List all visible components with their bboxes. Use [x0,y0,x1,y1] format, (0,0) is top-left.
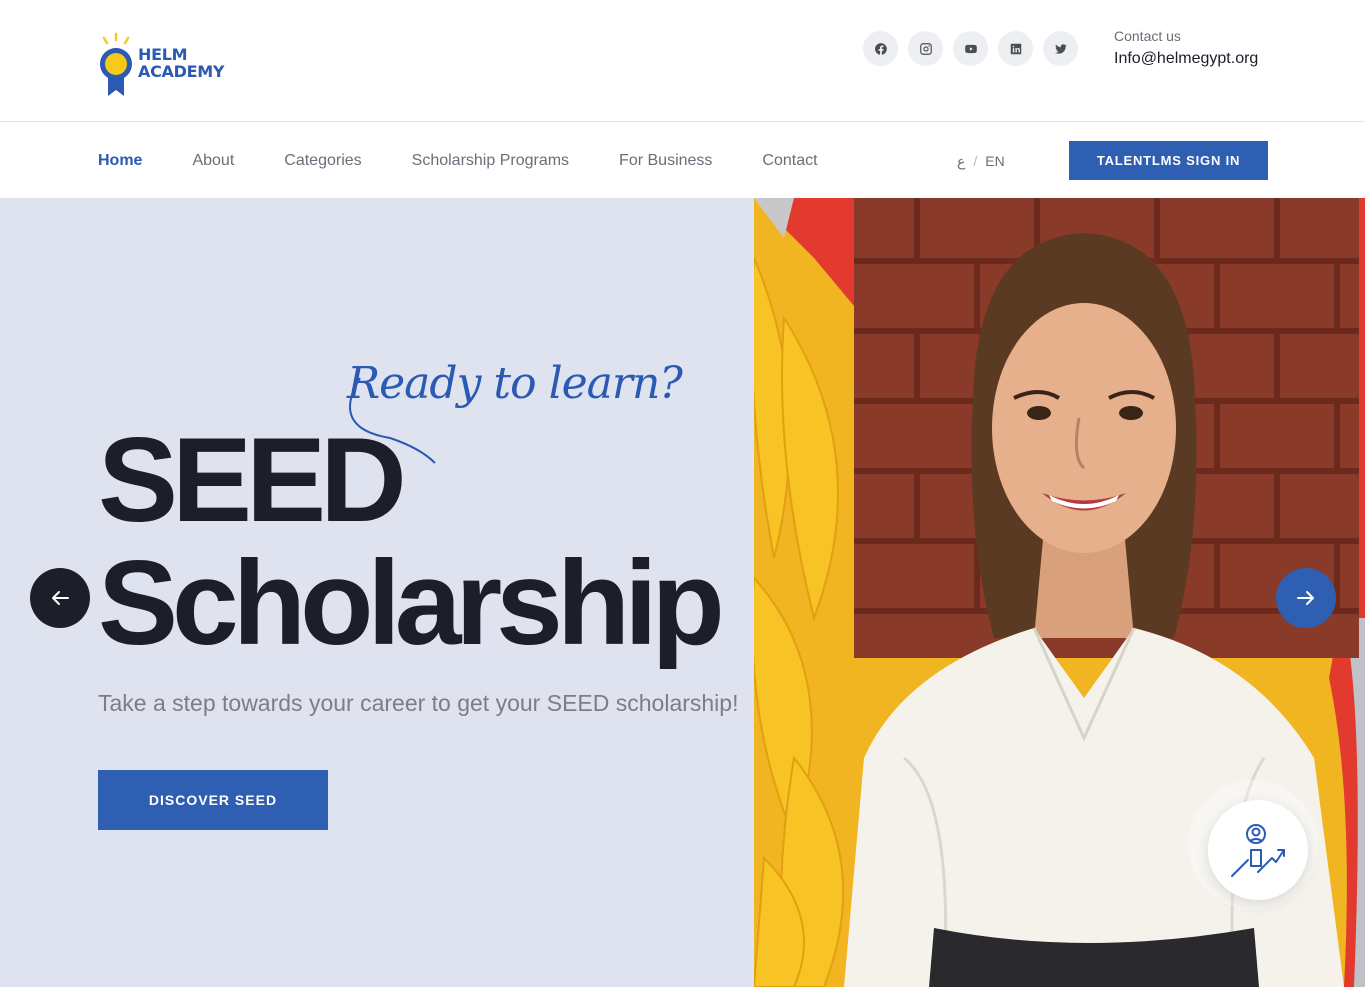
facebook-link[interactable] [863,31,898,66]
main-nav: Home About Categories Scholarship Progra… [0,123,1365,198]
talentlms-signin-button[interactable]: TALENTLMS SIGN IN [1069,141,1268,180]
social-links [863,31,1078,66]
contact-label: Contact us [1114,28,1181,44]
logo-line2: ACADEMY [138,62,225,81]
discover-seed-button[interactable]: DISCOVER SEED [98,770,328,830]
hero-script-text: Ready to learn? [347,358,683,409]
hero-title-line1: SEED [98,413,407,547]
nav-item-for-business[interactable]: For Business [619,152,712,170]
nav-item-contact[interactable]: Contact [762,152,817,170]
nav-item-scholarship-programs[interactable]: Scholarship Programs [412,152,569,170]
youtube-icon [964,44,977,53]
linkedin-icon [1010,43,1021,54]
contact-block: Contact us Info@helmegypt.org [1114,28,1258,68]
slider-prev-button[interactable] [30,568,90,628]
lang-english[interactable]: EN [985,153,1004,170]
arrow-right-icon [1297,591,1314,605]
twitter-link[interactable] [1043,31,1078,66]
helm-academy-logo[interactable]: HELM ACADEMY [96,32,236,98]
nav-item-categories[interactable]: Categories [284,152,361,170]
nav-item-home[interactable]: Home [98,152,142,170]
hero-slider: Ready to learn? SEED Scholarship Take a … [0,198,1365,987]
arrow-left-icon [52,591,69,605]
instagram-link[interactable] [908,31,943,66]
hero-subtitle: Take a step towards your career to get y… [98,690,739,716]
top-header: HELM ACADEMY Contact us Info@helmegypt.o… [0,0,1365,122]
logo-medal-icon [100,32,132,96]
career-growth-badge[interactable] [1208,800,1308,900]
facebook-icon [874,42,887,55]
nav-item-about[interactable]: About [192,152,234,170]
twitter-icon [1054,43,1067,54]
youtube-link[interactable] [953,31,988,66]
logo-wordmark: HELM ACADEMY [138,46,224,80]
hero-title-line2: Scholarship [98,536,725,670]
contact-email-link[interactable]: Info@helmegypt.org [1114,50,1258,68]
slider-next-button[interactable] [1276,568,1336,628]
logo-line1: HELM [138,45,188,64]
linkedin-link[interactable] [998,31,1033,66]
instagram-icon [919,42,932,55]
lang-arabic[interactable]: ع [957,153,965,170]
nav-menu: Home About Categories Scholarship Progra… [98,123,818,198]
language-switcher: ع / EN [957,153,1005,170]
lang-separator: / [973,153,978,169]
career-growth-icon [1231,824,1285,877]
